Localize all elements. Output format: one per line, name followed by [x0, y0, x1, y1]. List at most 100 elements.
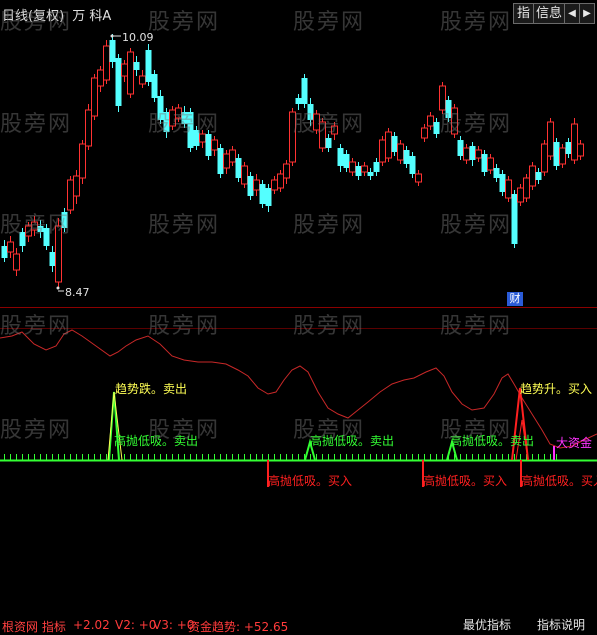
- candle-body: [43, 228, 50, 246]
- tab-best-indicator[interactable]: 最优指标: [455, 616, 519, 635]
- candle-body: [421, 127, 428, 139]
- candle-body: [367, 172, 374, 176]
- candle-body: [253, 179, 260, 191]
- candle: [259, 180, 266, 208]
- candle-body: [229, 149, 236, 163]
- signal-trend-down: 趋势跌。卖出: [115, 382, 188, 396]
- candle: [427, 112, 434, 130]
- candle-body: [373, 162, 380, 172]
- candle-body: [127, 51, 134, 95]
- candle: [121, 60, 128, 82]
- candle: [115, 54, 122, 112]
- candle-body: [277, 173, 284, 189]
- candle: [499, 170, 506, 196]
- candle-body: [121, 63, 128, 77]
- candle-body: [307, 104, 314, 120]
- candle-body: [7, 241, 14, 253]
- candle: [133, 56, 140, 76]
- candle: [223, 150, 230, 174]
- candle-body: [265, 188, 272, 206]
- candle-body: [55, 225, 62, 283]
- candle-body: [445, 100, 452, 118]
- candle: [571, 118, 578, 164]
- candle-body: [535, 172, 542, 180]
- signal-sell-2: 高抛低吸。卖出: [310, 434, 395, 448]
- candle-body: [499, 174, 506, 192]
- tab-indicator-help[interactable]: 指标说明: [528, 616, 594, 635]
- candle: [295, 94, 302, 110]
- candle-body: [199, 133, 206, 143]
- candle-body: [169, 109, 176, 127]
- signal-buy-2: 高抛低吸。买入: [423, 474, 508, 488]
- candle: [283, 160, 290, 184]
- candle: [217, 144, 224, 178]
- candle-body: [553, 142, 560, 166]
- candle: [361, 162, 368, 176]
- candle-body: [217, 148, 224, 174]
- signal-buy-1: 高抛低吸。买入: [268, 474, 353, 488]
- candle-body: [13, 253, 20, 271]
- candle-body: [145, 50, 152, 82]
- candle-body: [331, 125, 338, 135]
- high-dot: [110, 34, 114, 38]
- candle-body: [325, 138, 332, 148]
- candle: [565, 138, 572, 158]
- candle: [421, 124, 428, 142]
- indicator-header: 根资网 指标 +2.02 V2: +0 V3: +0 资金趋势: +52.65 …: [0, 307, 597, 634]
- candle-body: [181, 112, 188, 124]
- candle-body: [271, 179, 278, 191]
- candle: [73, 170, 80, 204]
- low-price-label: 8.47: [65, 286, 90, 299]
- candle: [241, 162, 248, 188]
- candle-body: [511, 194, 518, 244]
- candle: [577, 140, 584, 160]
- candle: [139, 70, 146, 88]
- candle-body: [109, 40, 116, 62]
- candle-body: [571, 123, 578, 161]
- candle: [49, 246, 56, 272]
- candle: [247, 172, 254, 200]
- candle: [367, 168, 374, 180]
- trend-up-spike: [511, 387, 529, 461]
- candle-body: [457, 140, 464, 156]
- candle-body: [91, 77, 98, 117]
- signal-sell-3: 高抛低吸。卖出: [450, 434, 535, 448]
- candle-body: [439, 85, 446, 111]
- candle-body: [385, 131, 392, 159]
- candle: [79, 140, 86, 184]
- candle-body: [61, 212, 68, 228]
- low-dot: [56, 286, 60, 290]
- candle-body: [97, 69, 104, 87]
- finance-badge[interactable]: 财: [507, 292, 523, 306]
- candle-body: [403, 150, 410, 164]
- candle-body: [565, 142, 572, 154]
- candle-body: [163, 112, 170, 132]
- candle-body: [427, 115, 434, 127]
- candle-body: [295, 98, 302, 104]
- candle: [349, 158, 356, 176]
- candle: [277, 170, 284, 192]
- candle: [559, 144, 566, 168]
- candle: [1, 240, 8, 262]
- indicator-name[interactable]: 根资网 指标: [2, 618, 66, 635]
- indicator-value-2: V2: +0: [115, 618, 157, 632]
- candle: [463, 144, 470, 164]
- candle: [481, 150, 488, 176]
- candle: [169, 106, 176, 130]
- candle: [541, 140, 548, 176]
- candle-body: [349, 161, 356, 173]
- candle-body: [133, 62, 140, 70]
- candle-body: [31, 221, 38, 231]
- candle-body: [517, 187, 524, 203]
- candle: [43, 224, 50, 250]
- candle: [265, 184, 272, 212]
- candle-body: [541, 143, 548, 173]
- candle-body: [193, 130, 200, 146]
- candle: [553, 138, 560, 170]
- candle: [289, 108, 296, 166]
- candle-body: [493, 168, 500, 178]
- candle-body: [115, 58, 122, 106]
- candle-body: [559, 147, 566, 165]
- candle-body: [151, 74, 158, 98]
- candle-body: [523, 177, 530, 199]
